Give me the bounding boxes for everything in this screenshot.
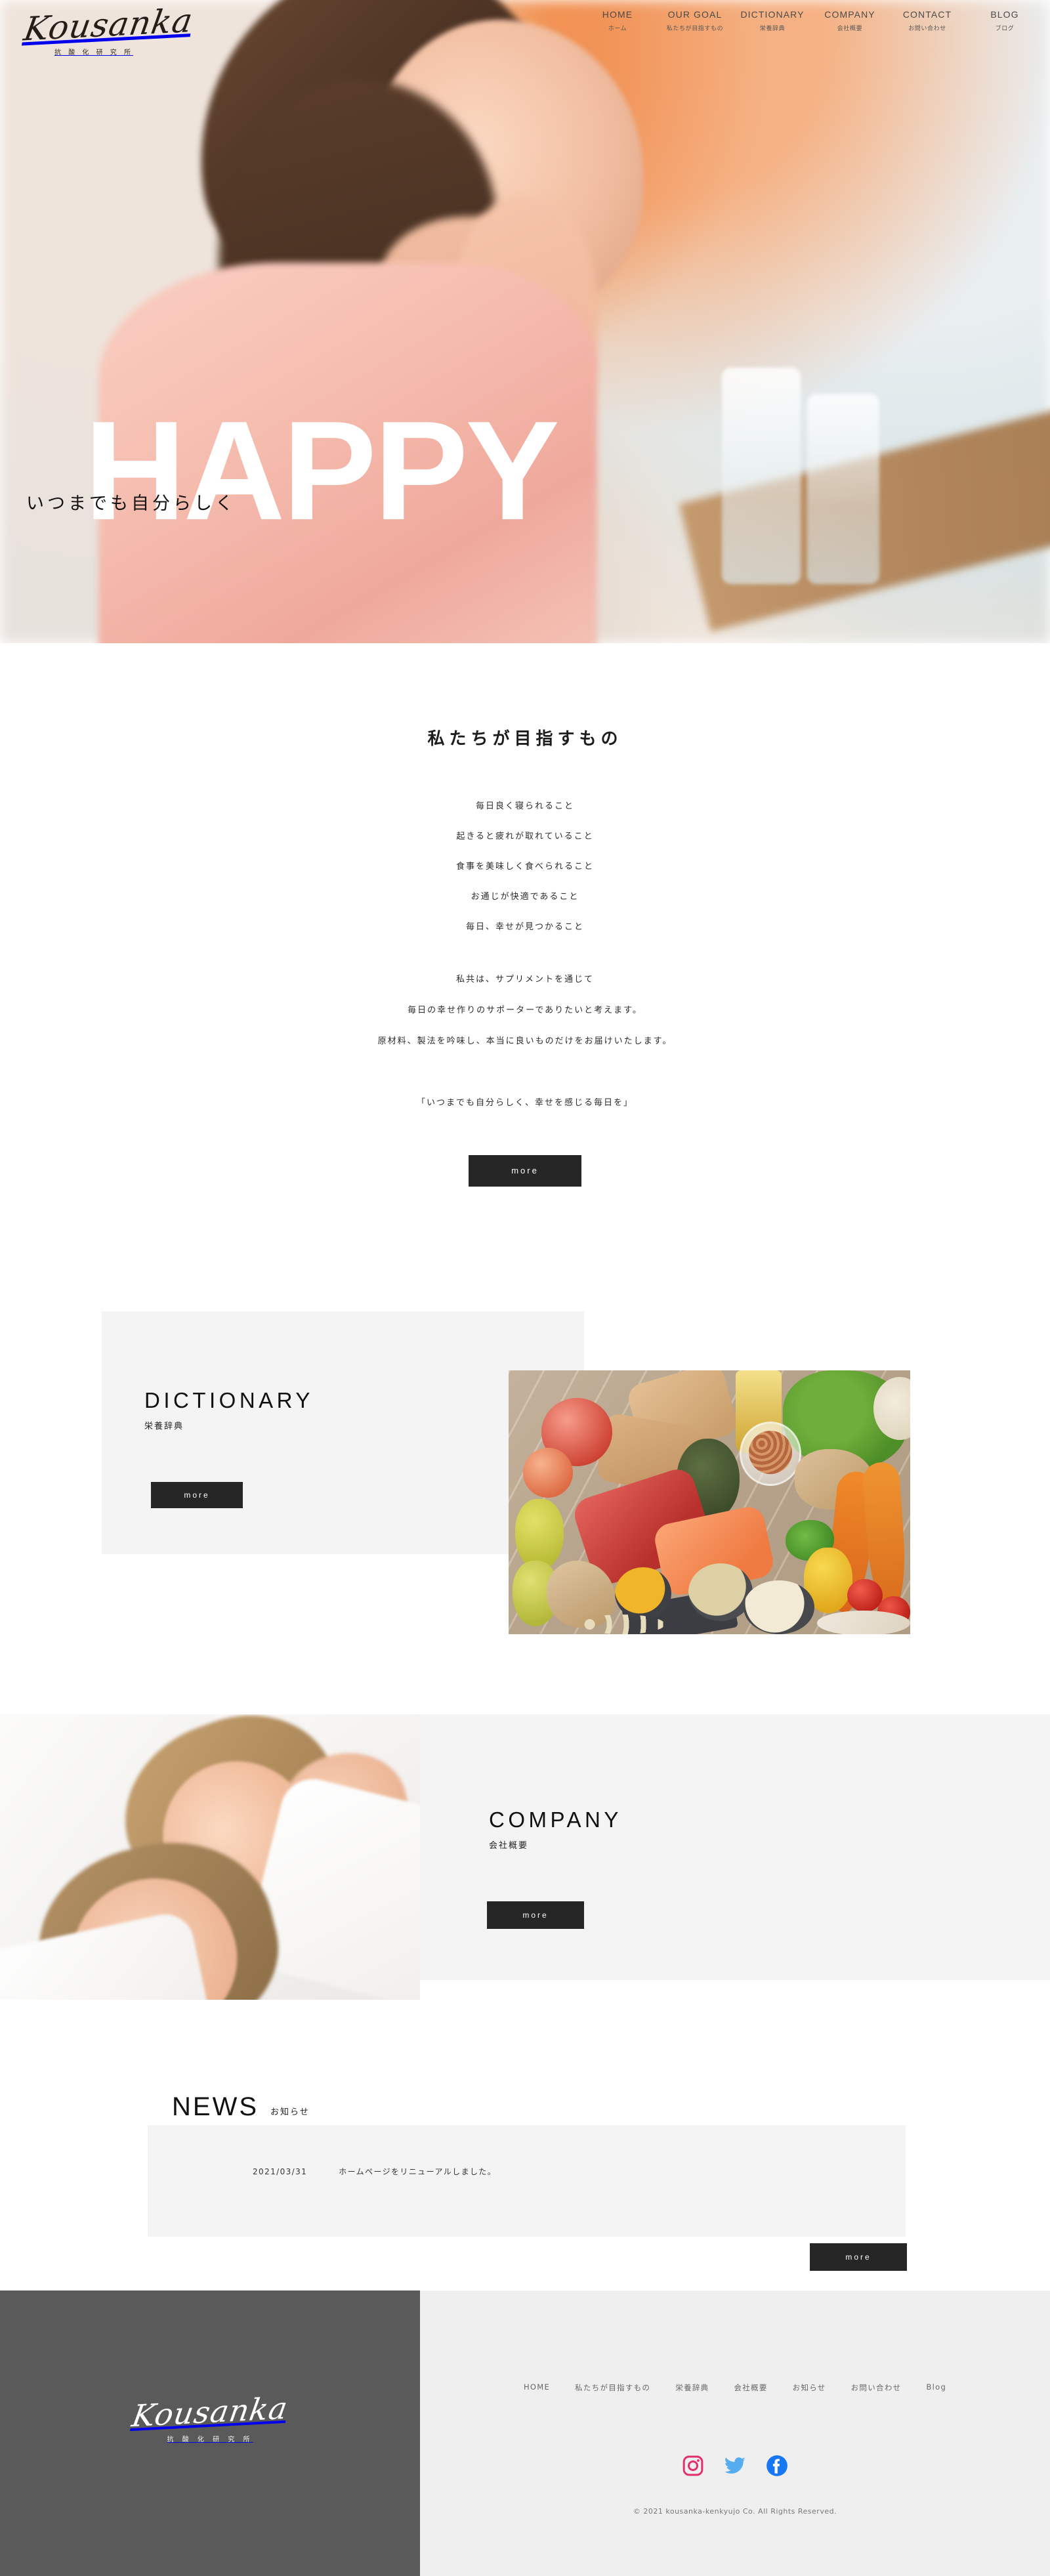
logo-wordmark: Kousanka [21,1,196,49]
dictionary-more-wrapper: more [151,1482,243,1508]
nav-label-jp: ブログ [995,26,1015,32]
hero-subheadline: いつまでも自分らしく [26,494,236,514]
footer-link-our-goal[interactable]: 私たちが目指すもの [575,2382,650,2393]
nav-label-en: OUR GOAL [667,9,723,20]
twitter-link[interactable] [724,2455,746,2477]
dictionary-image [509,1370,910,1634]
instagram-link[interactable] [682,2455,704,2477]
logo-subtitle: 抗 酸 化 研 究 所 [54,49,133,56]
footer-link-home[interactable]: HOME [524,2382,550,2393]
homepage: Kousanka 抗 酸 化 研 究 所 HOME ホーム OUR GOAL 私… [0,0,1050,2576]
hero-section: Kousanka 抗 酸 化 研 究 所 HOME ホーム OUR GOAL 私… [0,0,1050,643]
hero-copy: HAPPY いつまでも自分らしく [0,0,1050,643]
nav-label-en: HOME [602,9,633,20]
news-title-en: NEWS [172,2092,259,2121]
nav-label-jp: 会社概要 [837,26,863,32]
goal-list-item: 食事を美味しく食べられること [455,862,594,872]
footer-content-panel: HOME 私たちが目指すもの 栄養辞典 会社概要 お知らせ お問い合わせ Blo… [420,2291,1050,2576]
facebook-link[interactable] [766,2455,788,2477]
instagram-icon [682,2455,704,2476]
goal-paragraphs: 私共は、サプリメントを通じて 毎日の幸せ作りのサポーターでありたいと考えます。 … [0,972,1050,1046]
nav-label-jp: ホーム [608,26,627,32]
goal-heading: 私たちが目指すもの [427,729,623,749]
news-band: 2021/03/31 ホームページをリニューアルしました。 [148,2125,906,2237]
main-navigation: HOME ホーム OUR GOAL 私たちが目指すもの DICTIONARY 栄… [579,9,1043,32]
goal-quote: 「いつまでも自分らしく、幸せを感じる毎日を」 [416,1098,633,1108]
site-logo[interactable]: Kousanka 抗 酸 化 研 究 所 [21,1,196,56]
footer-link-contact[interactable]: お問い合わせ [851,2382,902,2393]
company-heading-group: COMPANY 会社概要 [489,1807,622,1851]
news-more-wrapper: more [810,2243,907,2271]
nav-item-blog[interactable]: BLOG ブログ [966,9,1043,32]
copyright-text: © 2021 kousanka-kenkyujo Co. All Rights … [633,2507,837,2516]
dictionary-heading-group: DICTIONARY 栄養辞典 [144,1388,314,1431]
dictionary-more-button[interactable]: more [151,1482,243,1508]
company-section: COMPANY 会社概要 more [0,1695,1050,2000]
goal-list-item: お通じが快適であること [471,892,579,902]
footer-logo-subtitle: 抗 酸 化 研 究 所 [167,2436,253,2443]
nav-label-jp: 私たちが目指すもの [666,26,724,32]
nav-label-jp: お問い合わせ [908,26,946,32]
goal-list-item: 起きると疲れが取れていること [456,832,594,841]
twitter-icon [724,2457,746,2474]
footer-logo-wordmark: Kousanka [129,2390,291,2434]
nav-label-en: BLOG [990,9,1019,20]
footer-link-blog[interactable]: Blog [926,2382,946,2393]
goal-paragraph: 私共は、サプリメントを通じて [455,975,594,984]
news-title: ホームページをリニューアルしました。 [339,2167,497,2176]
goal-list-item: 毎日、幸せが見つかること [465,922,584,932]
goal-paragraph: 毎日の幸せ作りのサポーターでありたいと考えます。 [408,1005,642,1015]
goal-more-button[interactable]: more [469,1155,581,1187]
news-title-jp: お知らせ [270,2107,310,2117]
nav-label-en: COMPANY [824,9,875,20]
nav-label-jp: 栄養辞典 [759,26,786,32]
our-goal-section: 私たちが目指すもの 毎日良く寝られること 起きると疲れが取れていること 食事を美… [0,643,1050,1299]
nav-item-company[interactable]: COMPANY 会社概要 [811,9,889,32]
news-more-button[interactable]: more [810,2243,907,2271]
company-title-en: COMPANY [489,1807,622,1832]
dictionary-title-en: DICTIONARY [144,1388,314,1412]
goal-list-item: 毎日良く寝られること [475,801,574,811]
news-date: 2021/03/31 [253,2166,308,2176]
goal-list: 毎日良く寝られること 起きると疲れが取れていること 食事を美味しく食べられること… [0,802,1050,931]
company-more-wrapper: more [487,1901,584,1929]
nav-item-our-goal[interactable]: OUR GOAL 私たちが目指すもの [656,9,734,32]
dictionary-section: DICTIONARY 栄養辞典 more [0,1286,1050,1693]
social-links [420,2455,1050,2477]
footer-link-company[interactable]: 会社概要 [734,2382,767,2393]
nav-label-en: CONTACT [902,9,952,20]
nav-item-home[interactable]: HOME ホーム [579,9,656,32]
footer-brand-panel: Kousanka 抗 酸 化 研 究 所 [0,2291,420,2576]
company-image [0,1714,420,2000]
footer-navigation: HOME 私たちが目指すもの 栄養辞典 会社概要 お知らせ お問い合わせ Blo… [420,2382,1050,2393]
nav-item-dictionary[interactable]: DICTIONARY 栄養辞典 [734,9,811,32]
goal-more-wrapper: more [0,1155,1050,1187]
dictionary-title-jp: 栄養辞典 [144,1422,184,1431]
company-title-jp: 会社概要 [489,1841,529,1851]
footer-link-news[interactable]: お知らせ [793,2382,826,2393]
nav-item-contact[interactable]: CONTACT お問い合わせ [889,9,966,32]
site-footer: Kousanka 抗 酸 化 研 究 所 HOME 私たちが目指すもの 栄養辞典… [0,2291,1050,2576]
news-row[interactable]: 2021/03/31 ホームページをリニューアルしました。 [253,2166,496,2177]
goal-paragraph: 原材料、製法を吟味し、本当に良いものだけをお届けいたします。 [377,1036,673,1046]
nav-label-en: DICTIONARY [740,9,805,20]
footer-link-dictionary[interactable]: 栄養辞典 [675,2382,709,2393]
footer-logo[interactable]: Kousanka 抗 酸 化 研 究 所 [0,2390,420,2443]
news-heading-group: NEWS お知らせ [172,2092,310,2122]
company-more-button[interactable]: more [487,1901,584,1929]
news-section: 2021/03/31 ホームページをリニューアルしました。 NEWS お知らせ … [0,2048,1050,2274]
facebook-icon [766,2455,788,2476]
